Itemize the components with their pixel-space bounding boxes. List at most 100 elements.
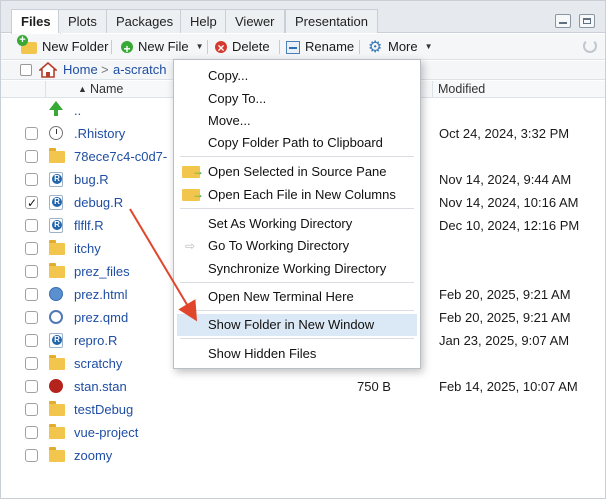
- more-button[interactable]: ⚙ More ▼: [368, 38, 433, 56]
- row-checkbox[interactable]: [25, 449, 38, 462]
- file-name-link[interactable]: flflf.R: [74, 214, 104, 237]
- row-checkbox[interactable]: [25, 265, 38, 278]
- menu-item-label: Open Each File in New Columns: [208, 187, 396, 202]
- menu-item-show-folder-new-window[interactable]: Show Folder in New Window: [177, 314, 417, 336]
- file-name-link[interactable]: stan.stan: [74, 375, 127, 398]
- home-icon[interactable]: [39, 62, 57, 78]
- toolbar-divider: [279, 40, 280, 54]
- row-checkbox[interactable]: [25, 334, 38, 347]
- menu-item-go-working-dir[interactable]: ⇨ Go To Working Directory: [174, 235, 420, 257]
- new-file-icon: [121, 40, 133, 58]
- parent-folder-icon: [49, 101, 63, 116]
- row-checkbox[interactable]: [25, 219, 38, 232]
- breadcrumb-folder[interactable]: a-scratch: [113, 62, 166, 78]
- row-checkbox[interactable]: [25, 403, 38, 416]
- html-file-icon: [49, 287, 63, 301]
- menu-divider: [180, 282, 414, 283]
- gear-icon: ⚙: [368, 38, 383, 56]
- tab-viewer[interactable]: Viewer: [225, 9, 285, 33]
- menu-item-open-terminal[interactable]: Open New Terminal Here: [174, 286, 420, 308]
- breadcrumb-separator-icon: >: [101, 62, 109, 77]
- file-name-link[interactable]: vue-project: [74, 421, 138, 444]
- file-modified: Jan 23, 2025, 9:07 AM: [439, 333, 570, 348]
- row-checkbox[interactable]: [25, 173, 38, 186]
- menu-item-open-in-columns[interactable]: Open Each File in New Columns: [174, 183, 420, 206]
- new-folder-button[interactable]: New Folder: [17, 35, 109, 56]
- row-checkbox[interactable]: [25, 357, 38, 370]
- context-menu: Copy... Copy To... Move... Copy Folder P…: [173, 59, 421, 369]
- file-row[interactable]: zoomy: [1, 444, 605, 467]
- new-file-button[interactable]: New File ▼: [121, 38, 204, 58]
- tab-help[interactable]: Help: [180, 9, 227, 33]
- row-checkbox[interactable]: [25, 192, 38, 215]
- column-header-name[interactable]: Name: [90, 82, 123, 96]
- select-all-checkbox[interactable]: [20, 64, 32, 76]
- rhistory-icon: [49, 126, 63, 140]
- menu-item-label: Open Selected in Source Pane: [208, 164, 387, 179]
- column-header-modified[interactable]: Modified: [438, 82, 485, 96]
- tab-packages[interactable]: Packages: [106, 9, 184, 33]
- file-row[interactable]: testDebug: [1, 398, 605, 421]
- menu-divider: [180, 310, 414, 311]
- menu-divider: [180, 208, 414, 209]
- folder-icon: [49, 240, 65, 255]
- tab-files[interactable]: Files: [11, 9, 61, 34]
- menu-item-open-in-source[interactable]: Open Selected in Source Pane: [174, 160, 420, 183]
- menu-item-label: Go To Working Directory: [208, 238, 350, 253]
- menu-item-move[interactable]: Move...: [174, 110, 420, 132]
- rename-label: Rename: [305, 39, 355, 54]
- menu-item-copy-to[interactable]: Copy To...: [174, 88, 420, 110]
- r-file-icon: [49, 172, 63, 187]
- row-checkbox[interactable]: [25, 311, 38, 324]
- file-name-link[interactable]: ..: [74, 99, 81, 122]
- file-modified: Nov 14, 2024, 9:44 AM: [439, 172, 572, 187]
- file-size: 750 B: [357, 379, 391, 394]
- file-name-link[interactable]: prez_files: [74, 260, 130, 283]
- minimize-pane-button[interactable]: [555, 14, 571, 28]
- menu-item-set-working-dir[interactable]: Set As Working Directory: [174, 213, 420, 235]
- folder-icon: [49, 401, 65, 416]
- delete-icon: [215, 39, 227, 57]
- more-label: More: [388, 39, 418, 54]
- rename-button[interactable]: Rename: [286, 38, 354, 56]
- file-row[interactable]: stan.stan 750 B Feb 14, 2025, 10:07 AM: [1, 375, 605, 398]
- delete-button[interactable]: Delete: [215, 38, 270, 57]
- row-checkbox[interactable]: [25, 426, 38, 439]
- file-name-link[interactable]: prez.qmd: [74, 306, 128, 329]
- file-name-link[interactable]: zoomy: [74, 444, 112, 467]
- row-checkbox[interactable]: [25, 127, 38, 140]
- file-name-link[interactable]: 78ece7c4-c0d7-: [74, 145, 167, 168]
- r-file-icon: [49, 333, 63, 348]
- r-file-icon: [49, 218, 63, 233]
- file-name-link[interactable]: itchy: [74, 237, 101, 260]
- breadcrumb-home[interactable]: Home: [63, 62, 98, 78]
- folder-icon: [49, 424, 65, 439]
- row-checkbox[interactable]: [25, 288, 38, 301]
- row-checkbox[interactable]: [25, 242, 38, 255]
- folder-open-icon: [182, 160, 204, 182]
- file-name-link[interactable]: repro.R: [74, 329, 117, 352]
- file-modified: Nov 14, 2024, 10:16 AM: [439, 195, 579, 210]
- file-name-link[interactable]: testDebug: [74, 398, 133, 421]
- row-checkbox[interactable]: [25, 150, 38, 163]
- refresh-icon[interactable]: [583, 39, 597, 53]
- new-folder-label: New Folder: [42, 39, 109, 54]
- file-name-link[interactable]: prez.html: [74, 283, 127, 306]
- tab-plots[interactable]: Plots: [58, 9, 107, 33]
- sort-arrow-icon: ▲: [78, 84, 87, 94]
- maximize-pane-button[interactable]: [579, 14, 595, 28]
- chevron-down-icon: ▼: [424, 42, 433, 51]
- file-modified: Dec 10, 2024, 12:16 PM: [439, 218, 580, 233]
- menu-item-copy[interactable]: Copy...: [174, 65, 420, 87]
- file-name-link[interactable]: debug.R: [74, 191, 123, 214]
- file-row[interactable]: vue-project: [1, 421, 605, 444]
- file-name-link[interactable]: scratchy: [74, 352, 122, 375]
- menu-item-copy-folder-path[interactable]: Copy Folder Path to Clipboard: [174, 132, 420, 154]
- menu-item-show-hidden-files[interactable]: Show Hidden Files: [174, 343, 420, 365]
- menu-item-sync-working-dir[interactable]: Synchronize Working Directory: [174, 258, 420, 280]
- file-modified: Feb 20, 2025, 9:21 AM: [439, 310, 571, 325]
- tab-presentation[interactable]: Presentation: [285, 9, 378, 33]
- file-name-link[interactable]: bug.R: [74, 168, 109, 191]
- row-checkbox[interactable]: [25, 380, 38, 393]
- file-name-link[interactable]: .Rhistory: [74, 122, 125, 145]
